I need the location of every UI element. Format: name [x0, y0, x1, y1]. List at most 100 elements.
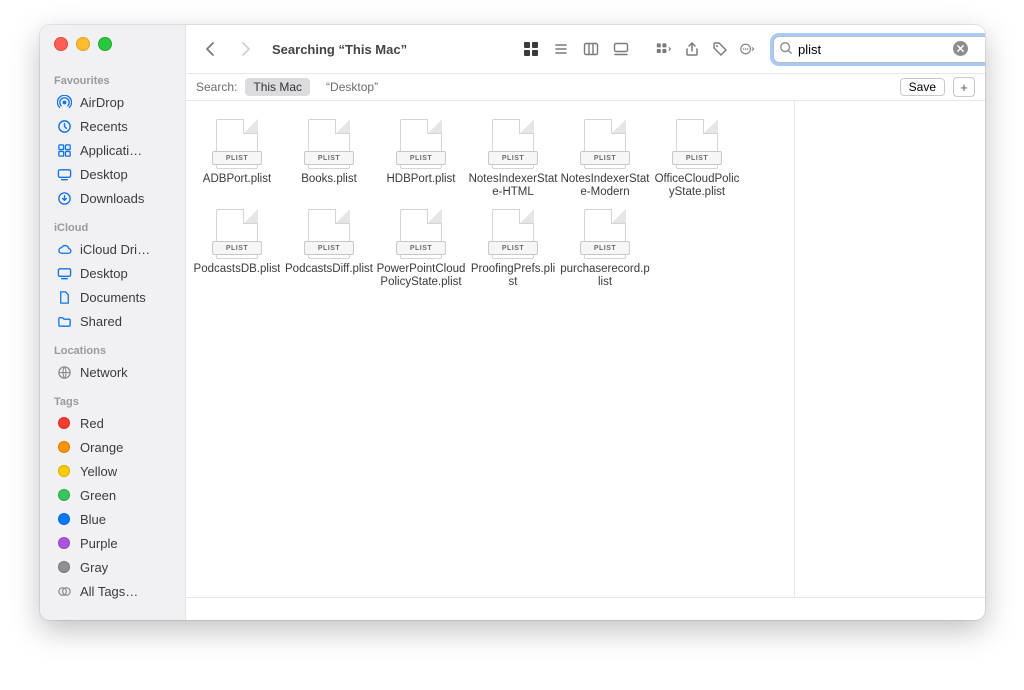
- list-view-button[interactable]: [547, 37, 575, 61]
- sidebar-item-green[interactable]: Green: [54, 483, 185, 507]
- zoom-window-button[interactable]: [98, 37, 112, 51]
- tag-dot-icon: [56, 463, 72, 479]
- clear-search-button[interactable]: [953, 41, 968, 56]
- sidebar-item-label: Recents: [80, 119, 128, 134]
- file-item[interactable]: PLISTHDBPort.plist: [376, 115, 466, 199]
- path-bar: [186, 597, 985, 620]
- file-item[interactable]: PLIST ADBPort.plist: [192, 115, 282, 199]
- action-button[interactable]: [735, 37, 761, 61]
- share-button[interactable]: [679, 37, 705, 61]
- sidebar-item-documents[interactable]: Documents: [54, 285, 185, 309]
- file-item[interactable]: PLISTPowerPointCloudPolicyState.plist: [376, 205, 466, 289]
- sidebar-item-label: Applicati…: [80, 143, 142, 158]
- close-icon: [956, 44, 965, 53]
- file-type-badge: PLIST: [488, 241, 538, 255]
- sidebar-item-label: Network: [80, 365, 128, 380]
- sidebar-heading-locations: Locations: [54, 345, 185, 357]
- sidebar-item-label: Shared: [80, 314, 122, 329]
- window-title: Searching “This Mac”: [272, 42, 407, 57]
- file-type-badge: PLIST: [396, 151, 446, 165]
- file-thumbnail: PLIST: [486, 205, 540, 259]
- grid-stack-icon: [656, 41, 672, 57]
- file-name-label: NotesIndexerState-HTML: [468, 173, 558, 199]
- file-item[interactable]: PLISTPodcastsDB.plist: [192, 205, 282, 289]
- save-search-button[interactable]: Save: [900, 78, 945, 96]
- sidebar-item-blue[interactable]: Blue: [54, 507, 185, 531]
- sidebar-item-desktop[interactable]: Desktop: [54, 162, 185, 186]
- sidebar-item-gray[interactable]: Gray: [54, 555, 185, 579]
- sidebar-item-downloads[interactable]: Downloads: [54, 186, 185, 210]
- sidebar-item-label: Desktop: [80, 167, 128, 182]
- file-thumbnail: PLIST: [486, 115, 540, 169]
- sidebar-item-label: Desktop: [80, 266, 128, 281]
- add-search-criterion-button[interactable]: +: [953, 77, 975, 97]
- preview-pane: [794, 101, 985, 597]
- apps-icon: [56, 142, 72, 158]
- minimize-window-button[interactable]: [76, 37, 90, 51]
- file-name-label: OfficeCloudPolicyState.plist: [652, 173, 742, 199]
- tag-dot-icon: [56, 415, 72, 431]
- sidebar-item-recents[interactable]: Recents: [54, 114, 185, 138]
- sidebar-item-label: Gray: [80, 560, 108, 575]
- file-item[interactable]: PLISTpurchaserecord.plist: [560, 205, 650, 289]
- file-item[interactable]: PLIST OfficeCloudPolicyState.plist: [652, 115, 742, 199]
- toolbar: Searching “This Mac”: [186, 25, 985, 74]
- file-name-label: ADBPort.plist: [203, 173, 271, 186]
- chevron-right-icon: [237, 41, 253, 57]
- file-thumbnail: PLIST: [210, 115, 264, 169]
- document-icon: [56, 289, 72, 305]
- file-type-badge: PLIST: [212, 241, 262, 255]
- file-thumbnail: PLIST: [670, 115, 724, 169]
- sidebar-item-airdrop[interactable]: AirDrop: [54, 90, 185, 114]
- airdrop-icon: [56, 94, 72, 110]
- sidebar-item-red[interactable]: Red: [54, 411, 185, 435]
- sidebar-item-label: Red: [80, 416, 104, 431]
- sidebar-item-purple[interactable]: Purple: [54, 531, 185, 555]
- sidebar-item-label: Blue: [80, 512, 106, 527]
- file-item[interactable]: PLIST NotesIndexerState-HTML: [468, 115, 558, 199]
- cloud-icon: [56, 241, 72, 257]
- tag-dot-icon: [56, 439, 72, 455]
- file-thumbnail: PLIST: [394, 115, 448, 169]
- sidebar-item-yellow[interactable]: Yellow: [54, 459, 185, 483]
- search-scope-bar: Search: This Mac “Desktop” Save +: [186, 74, 985, 101]
- close-window-button[interactable]: [54, 37, 68, 51]
- sidebar-item-all-tags-[interactable]: All Tags…: [54, 579, 185, 603]
- ellipsis-circle-icon: [740, 41, 756, 57]
- tag-dot-icon: [56, 535, 72, 551]
- file-item[interactable]: PLISTNotesIndexerState-Modern: [560, 115, 650, 199]
- file-type-badge: PLIST: [396, 241, 446, 255]
- window-controls: [40, 25, 185, 65]
- sidebar-item-label: Documents: [80, 290, 146, 305]
- forward-button[interactable]: [232, 37, 258, 61]
- sidebar-item-label: All Tags…: [80, 584, 138, 599]
- sidebar-item-desktop[interactable]: Desktop: [54, 261, 185, 285]
- tag-dot-icon: [56, 559, 72, 575]
- desktop-icon: [56, 166, 72, 182]
- list-icon: [553, 41, 569, 57]
- sidebar-item-shared[interactable]: Shared: [54, 309, 185, 333]
- column-view-button[interactable]: [577, 37, 605, 61]
- gallery-view-button[interactable]: [607, 37, 635, 61]
- finder-window: Favourites AirDrop Recents Applicati… Deskt…: [40, 25, 985, 620]
- file-item[interactable]: PLISTPodcastsDiff.plist: [284, 205, 374, 289]
- scope-desktop[interactable]: “Desktop”: [318, 78, 386, 96]
- tags-button[interactable]: [707, 37, 733, 61]
- sidebar-item-applicati-[interactable]: Applicati…: [54, 138, 185, 162]
- back-button[interactable]: [198, 37, 224, 61]
- file-type-badge: PLIST: [304, 151, 354, 165]
- file-thumbnail: PLIST: [302, 205, 356, 259]
- sidebar-heading-favourites: Favourites: [54, 75, 185, 87]
- icon-view-button[interactable]: [517, 37, 545, 61]
- sidebar-item-icloud-dri-[interactable]: iCloud Dri…: [54, 237, 185, 261]
- results-area[interactable]: PLIST ADBPort.plist PLISTBooks.plistPLISTH…: [186, 101, 794, 597]
- alltags-icon: [56, 583, 72, 599]
- sidebar-item-network[interactable]: Network: [54, 360, 185, 384]
- sidebar-item-orange[interactable]: Orange: [54, 435, 185, 459]
- file-item[interactable]: PLISTProofingPrefs.plist: [468, 205, 558, 289]
- chevron-left-icon: [203, 41, 219, 57]
- file-item[interactable]: PLISTBooks.plist: [284, 115, 374, 199]
- file-thumbnail: PLIST: [578, 205, 632, 259]
- scope-this-mac[interactable]: This Mac: [245, 78, 310, 96]
- group-by-button[interactable]: [651, 37, 677, 61]
